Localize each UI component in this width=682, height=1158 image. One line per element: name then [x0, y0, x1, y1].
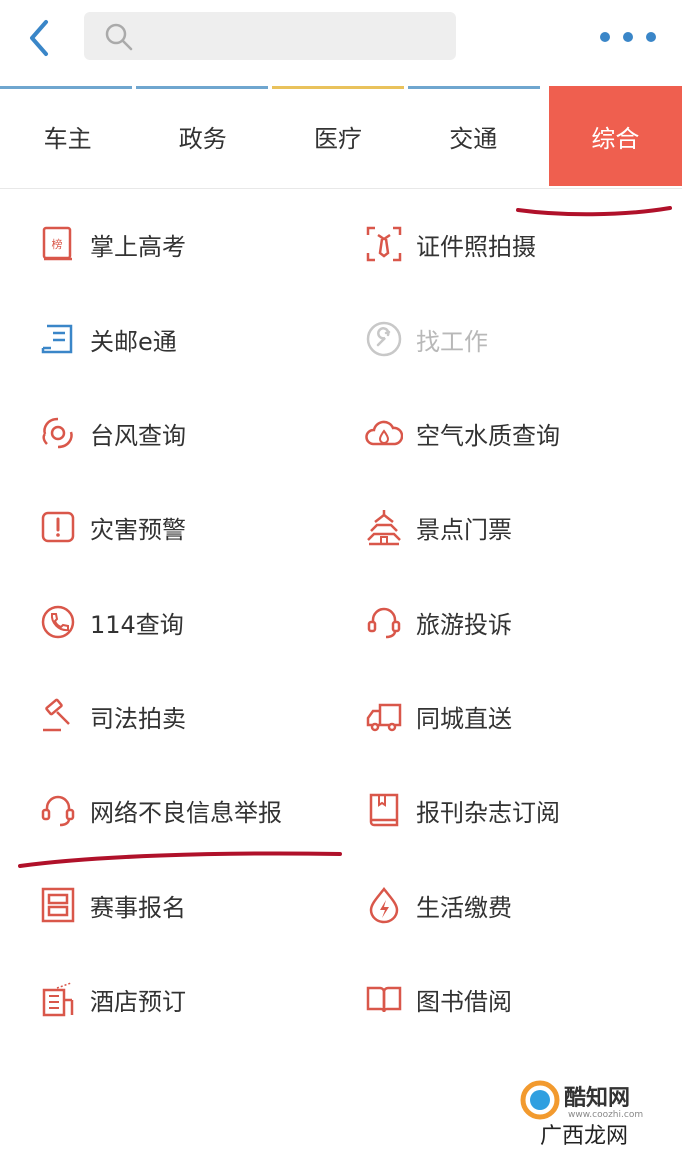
phone-icon [38, 602, 78, 642]
service-utility-payment[interactable]: 生活缴费 [364, 875, 512, 935]
service-label: 台风查询 [90, 421, 186, 450]
id-photo-icon [364, 224, 404, 264]
service-label: 空气水质查询 [416, 421, 560, 450]
service-typhoon[interactable]: 台风查询 [38, 403, 186, 463]
service-label: 司法拍卖 [90, 704, 186, 733]
gavel-icon [38, 696, 78, 736]
customs-receipt-icon [38, 319, 78, 359]
service-label: 生活缴费 [416, 893, 512, 922]
service-label: 找工作 [416, 327, 488, 356]
back-arrow-icon[interactable] [22, 16, 62, 60]
more-menu-icon[interactable] [600, 24, 656, 50]
service-id-photo[interactable]: 证件照拍摄 [364, 214, 536, 274]
event-signup-icon [38, 885, 78, 925]
service-scenic-tickets[interactable]: 景点门票 [364, 497, 512, 557]
service-label: 证件照拍摄 [416, 232, 536, 261]
headset-icon [38, 790, 78, 830]
service-label: 报刊杂志订阅 [416, 798, 560, 827]
tab-traffic[interactable]: 交通 [406, 86, 541, 186]
service-label: 酒店预订 [90, 987, 186, 1016]
service-travel-complaint[interactable]: 旅游投诉 [364, 592, 512, 652]
service-customs-post[interactable]: 关邮e通 [38, 309, 177, 369]
category-tabs: 车主 政务 医疗 交通 综合 [0, 86, 682, 189]
watermark: 酷知网 www.coozhi.com 广西龙网 [512, 1074, 672, 1150]
search-icon [105, 23, 133, 51]
search-input[interactable] [142, 20, 446, 54]
service-label: 关邮e通 [90, 327, 177, 356]
coozhi-logo-icon [520, 1080, 560, 1120]
service-label: 掌上高考 [90, 232, 186, 261]
warning-icon [38, 507, 78, 547]
service-hotel-booking[interactable]: 酒店预订 [38, 969, 186, 1029]
service-judicial-auction[interactable]: 司法拍卖 [38, 686, 186, 746]
air-water-icon [364, 413, 404, 453]
watermark-sub: 广西龙网 [540, 1124, 629, 1149]
service-book-lending[interactable]: 图书借阅 [364, 969, 512, 1029]
open-book-icon [364, 979, 404, 1019]
service-gaokao[interactable]: 榜 掌上高考 [38, 214, 186, 274]
service-114[interactable]: 114查询 [38, 592, 184, 652]
search-box[interactable] [84, 12, 456, 60]
service-label: 景点门票 [416, 515, 512, 544]
svg-text:榜: 榜 [52, 237, 63, 251]
truck-icon [364, 696, 404, 736]
tab-accent-lines [0, 86, 682, 90]
magazine-icon [364, 790, 404, 830]
service-label: 旅游投诉 [416, 610, 512, 639]
service-label: 114查询 [90, 610, 184, 639]
hotel-icon [38, 979, 78, 1019]
service-same-city-delivery[interactable]: 同城直送 [364, 686, 512, 746]
handwritten-underline-tab [516, 206, 672, 217]
top-bar [0, 0, 682, 76]
tab-government[interactable]: 政务 [135, 86, 270, 186]
service-report-bad-info[interactable]: 网络不良信息举报 [38, 780, 282, 840]
service-label: 图书借阅 [416, 987, 512, 1016]
tab-medical[interactable]: 医疗 [270, 86, 405, 186]
tab-general[interactable]: 综合 [548, 86, 682, 186]
service-label: 同城直送 [416, 704, 512, 733]
service-label: 灾害预警 [90, 515, 186, 544]
watermark-brand: 酷知网 [564, 1086, 631, 1111]
handwritten-underline-report [18, 851, 342, 868]
wrench-icon [364, 319, 404, 359]
rank-board-icon: 榜 [38, 224, 78, 264]
service-find-job[interactable]: 找工作 [364, 309, 488, 369]
service-magazine-subscription[interactable]: 报刊杂志订阅 [364, 780, 560, 840]
service-air-water-quality[interactable]: 空气水质查询 [364, 403, 560, 463]
lightning-bill-icon [364, 885, 404, 925]
headset-icon [364, 602, 404, 642]
service-label: 赛事报名 [90, 893, 186, 922]
service-label: 网络不良信息举报 [90, 798, 282, 827]
typhoon-icon [38, 413, 78, 453]
service-event-signup[interactable]: 赛事报名 [38, 875, 186, 935]
service-disaster-warning[interactable]: 灾害预警 [38, 497, 186, 557]
tab-owner[interactable]: 车主 [0, 86, 135, 186]
pagoda-icon [364, 507, 404, 547]
